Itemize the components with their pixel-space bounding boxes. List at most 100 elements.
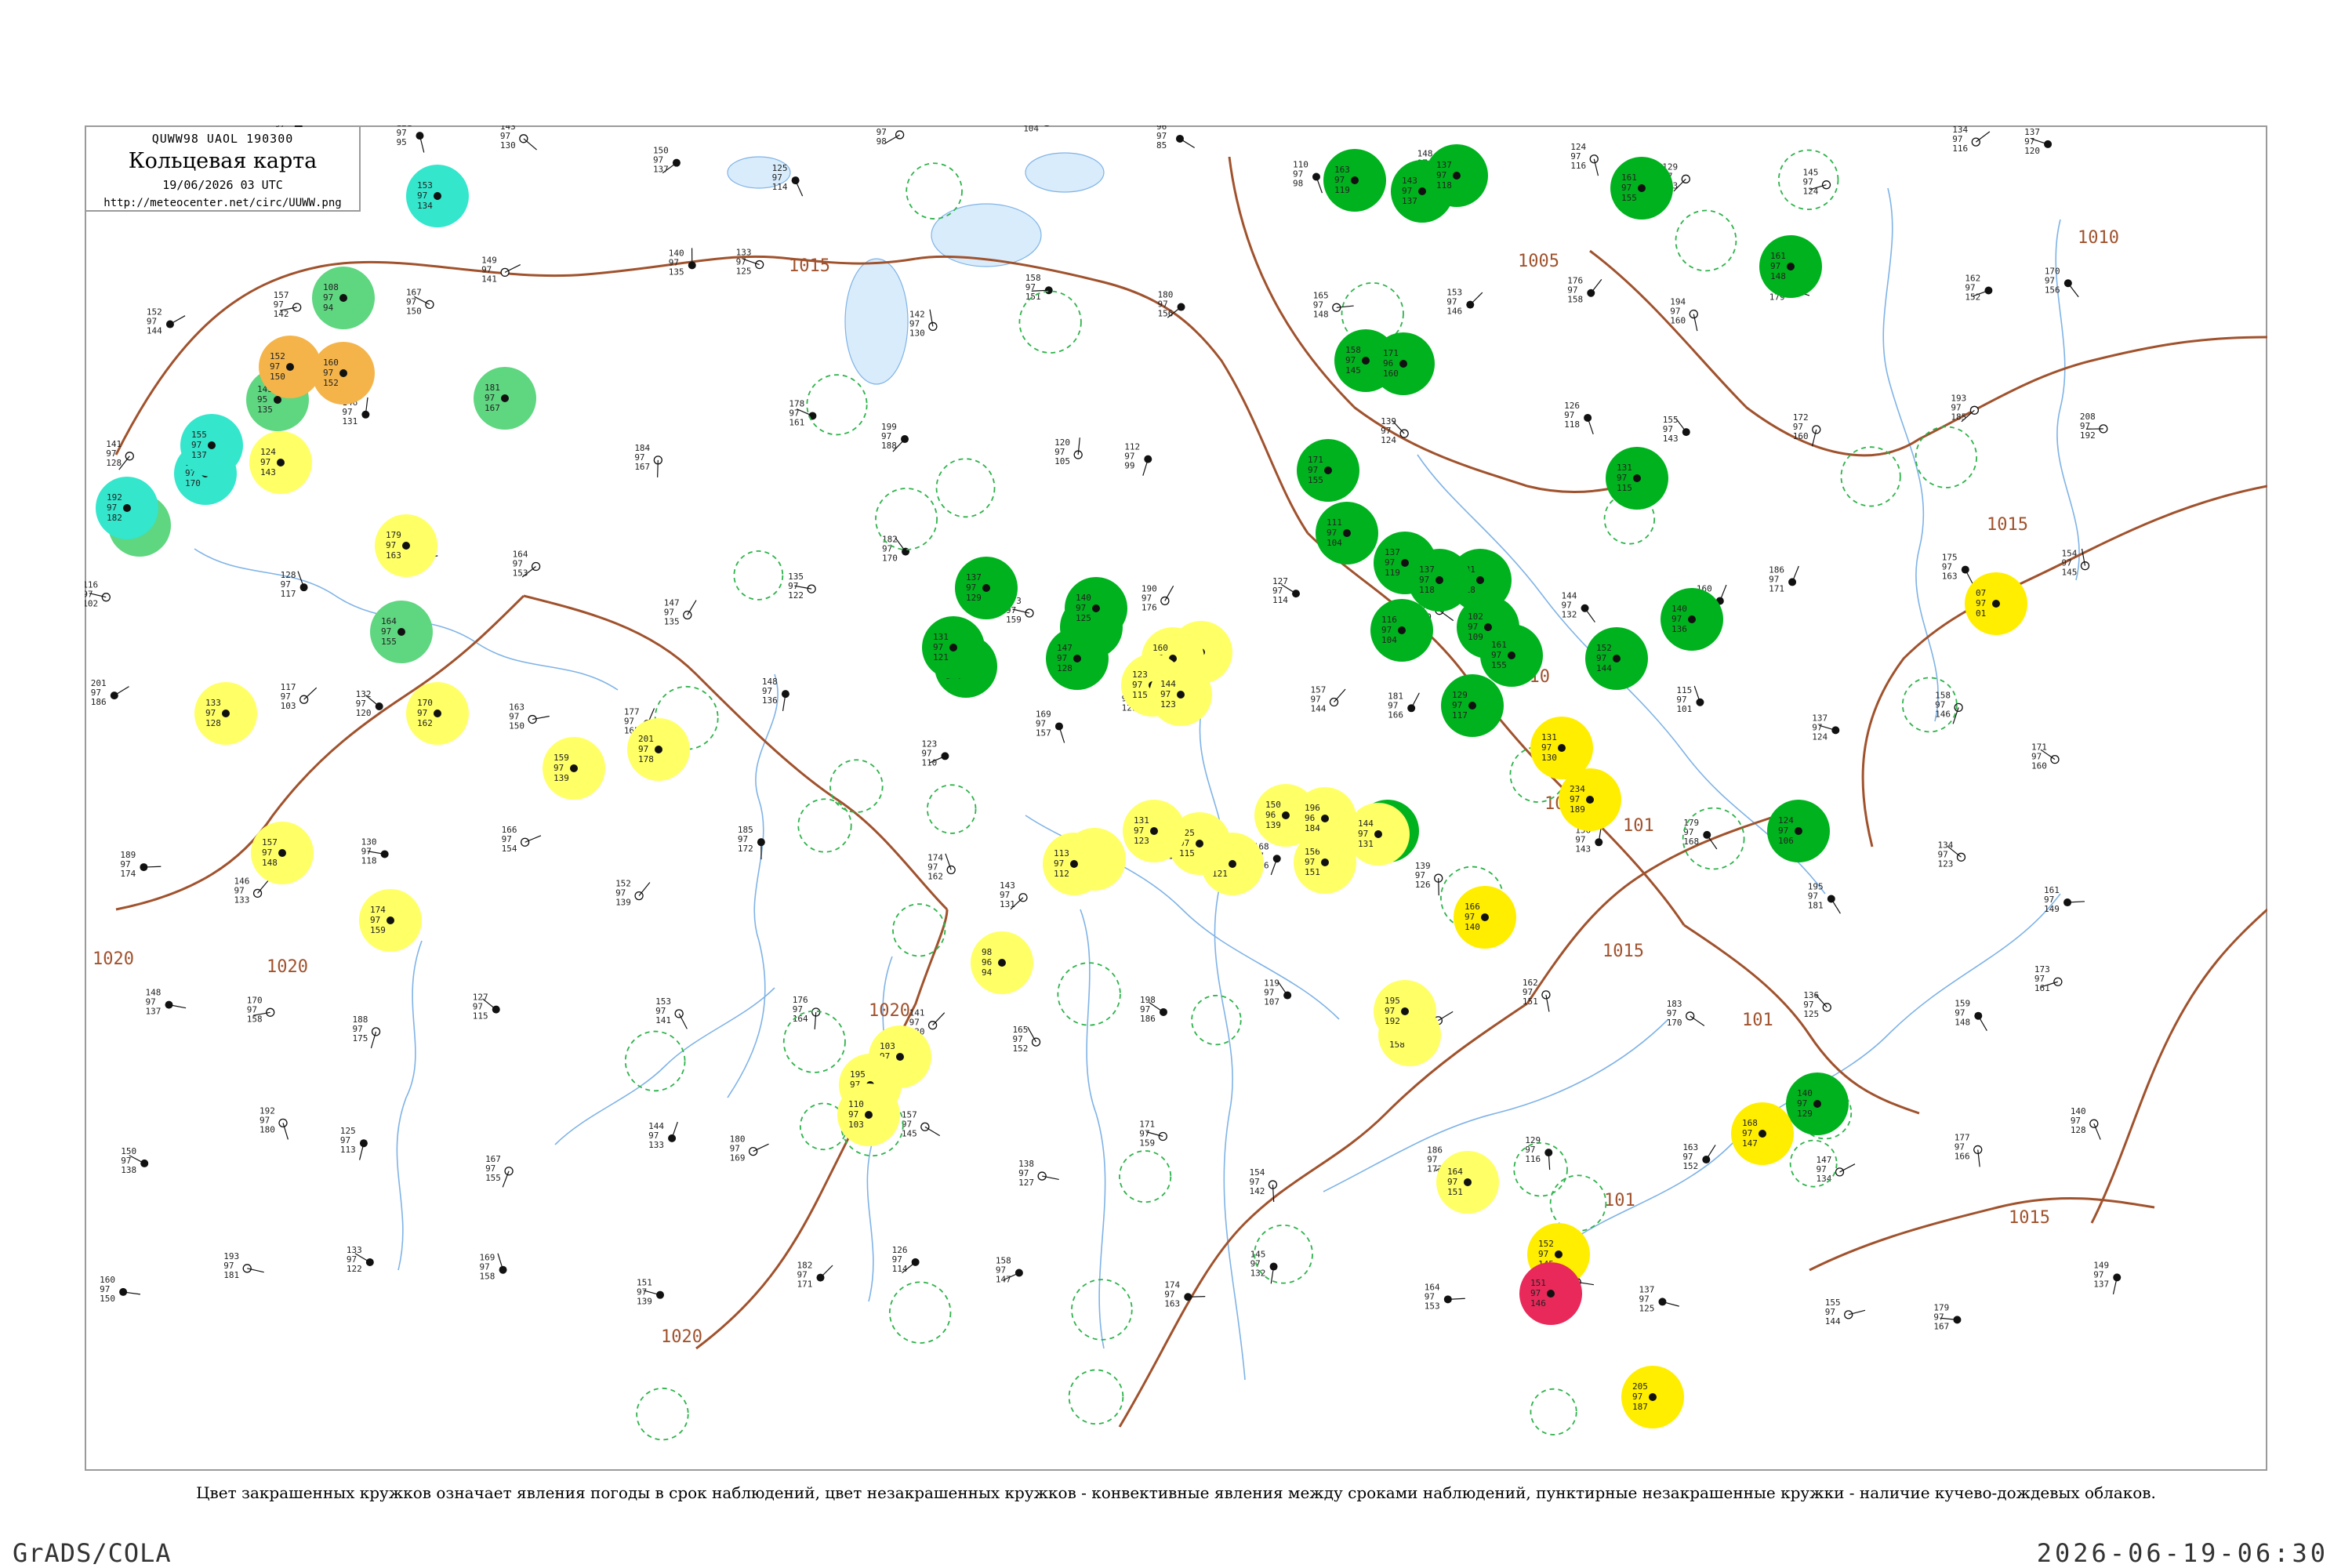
station-plot[interactable]: 13997126 — [1415, 861, 1443, 896]
station-plot[interactable]: 13497116 — [1952, 125, 1991, 154]
weather-circle-rain[interactable]: 14097129 — [1786, 1073, 1849, 1135]
station-plot[interactable]: 13797120 — [2024, 127, 2053, 156]
station-plot[interactable]: 13397125 — [736, 248, 764, 277]
station-plot[interactable]: 15097138 — [121, 1146, 149, 1175]
station-plot[interactable]: 16297152 — [1965, 274, 1993, 303]
station-plot[interactable]: 15297139 — [615, 879, 651, 908]
station-plot[interactable]: 12697114 — [892, 1245, 920, 1274]
station-plot[interactable]: 14197128 — [106, 439, 134, 470]
station-plot[interactable]: 14397131 — [1000, 880, 1028, 910]
station-plot[interactable]: 15897147 — [996, 1256, 1023, 1285]
station-plot[interactable]: 16597152 — [1013, 1025, 1041, 1054]
station-plot[interactable]: 11797103 — [281, 682, 318, 711]
station-plot[interactable]: 20897192 — [2080, 412, 2108, 441]
station-plot[interactable]: 17597163 — [1942, 553, 1974, 586]
weather-circle-haze[interactable]: 16497151 — [1436, 1151, 1499, 1214]
station-plot[interactable]: 12997116 — [1525, 1135, 1553, 1171]
station-plot[interactable]: 17197160 — [2031, 742, 2060, 771]
station-plot[interactable]: 14697133 — [234, 876, 270, 905]
station-plot[interactable]: 19397181 — [223, 1251, 264, 1280]
weather-circle-haze[interactable]: 14497123 — [1149, 663, 1212, 726]
weather-circle-rain[interactable]: 13197115 — [1606, 447, 1668, 510]
station-plot[interactable]: 13997124 — [1381, 416, 1409, 445]
station-plot[interactable]: 18197166 — [1388, 691, 1420, 720]
station-plot[interactable]: 18597172 — [738, 825, 765, 860]
station-plot[interactable]: 19097176 — [1142, 583, 1174, 612]
station-plot[interactable]: 18097169 — [730, 1134, 769, 1163]
weather-circle-haze[interactable]: 14497131 — [1347, 803, 1410, 866]
weather-circle-thunder[interactable]: 15197146 — [1519, 1262, 1582, 1325]
weather-circle-haze[interactable]: 17097162 — [406, 682, 469, 745]
station-plot[interactable]: 15397141 — [655, 996, 688, 1029]
station-plot[interactable]: 14297130 — [909, 309, 938, 338]
station-plot[interactable]: 16297151 — [1523, 978, 1551, 1012]
station-plot[interactable]: 14797135 — [664, 597, 697, 626]
map-url[interactable]: http://meteocenter.net/circ/UUWW.png — [86, 197, 359, 209]
station-plot[interactable]: 17297160 — [1793, 412, 1821, 447]
station-plot[interactable]: 13597122 — [788, 572, 816, 601]
station-plot[interactable]: 19897186 — [1140, 995, 1167, 1024]
station-plot[interactable]: 16397152 — [1682, 1142, 1716, 1171]
weather-circle-drizzle[interactable]: 1089794 — [312, 267, 375, 329]
station-plot[interactable]: 18097156 — [1158, 290, 1185, 319]
station-plot[interactable]: 15397146 — [1446, 288, 1483, 317]
weather-circle-snow[interactable]: 15397134 — [406, 165, 469, 227]
station-plot[interactable]: 17397161 — [2034, 964, 2063, 993]
station-plot[interactable]: 12097105 — [1054, 437, 1083, 466]
weather-circle-rain[interactable]: 13797118 — [1408, 549, 1471, 612]
station-plot[interactable]: 14497133 — [648, 1121, 678, 1150]
station-plot[interactable]: 15297144 — [147, 307, 186, 336]
station-plot[interactable]: 13697125 — [1803, 990, 1831, 1019]
station-plot[interactable]: 17697164 — [793, 995, 821, 1029]
weather-circle-rain[interactable]: 13797129 — [955, 557, 1018, 619]
weather-circle-rain[interactable]: 16197155 — [1480, 624, 1543, 687]
weather-circle-haze[interactable]: 11097103 — [837, 1083, 900, 1146]
station-plot[interactable]: 16397150 — [509, 702, 550, 731]
station-plot[interactable]: 1069798 — [877, 125, 905, 147]
station-plot[interactable]: 18297170 — [882, 535, 910, 564]
weather-circle-fog[interactable]: 20597187 — [1621, 1366, 1684, 1428]
weather-circle-rain[interactable]: 11697104 — [1370, 599, 1433, 662]
weather-circle-rain[interactable]: 11197104 — [1316, 502, 1378, 564]
station-plot[interactable]: 12897117 — [281, 570, 308, 599]
weather-circle-drizzle[interactable]: 18197167 — [474, 367, 536, 430]
station-plot[interactable]: 16097150 — [100, 1275, 140, 1304]
station-plot[interactable]: 18497167 — [634, 443, 662, 477]
station-plot[interactable]: 17097156 — [2045, 266, 2079, 298]
station-plot[interactable]: 16697154 — [502, 825, 542, 854]
station-plot[interactable]: 16797155 — [485, 1154, 514, 1188]
station-plot[interactable]: 14997141 — [481, 255, 521, 284]
station-plot[interactable]: 15797145 — [902, 1109, 941, 1138]
station-plot[interactable]: 15797144 — [1311, 685, 1346, 714]
station-plot[interactable]: 17997167 — [1933, 1302, 1962, 1331]
station-plot[interactable]: 13397122 — [347, 1245, 374, 1274]
station-plot[interactable]: 1109798 — [1293, 159, 1323, 194]
station-plot[interactable]: 14997137 — [2093, 1260, 2122, 1294]
station-plot[interactable]: 18397170 — [1667, 999, 1705, 1028]
station-plot[interactable]: 11697102 — [85, 580, 111, 609]
station-plot[interactable]: 17097158 — [247, 995, 275, 1024]
station-plot[interactable]: 17797166 — [1955, 1132, 1983, 1167]
station-plot[interactable]: 1129799 — [1124, 442, 1152, 476]
station-plot[interactable]: 13897127 — [1018, 1159, 1059, 1188]
station-plot[interactable]: 19597181 — [1808, 881, 1841, 914]
station-plot[interactable]: 16497153 — [513, 549, 541, 578]
station-plot[interactable]: 12597113 — [340, 1126, 368, 1160]
station-plot[interactable]: 15897151 — [1025, 273, 1053, 302]
station-plot[interactable]: 13097118 — [361, 837, 389, 866]
station-plot[interactable]: 19997188 — [881, 422, 909, 452]
station-plot[interactable]: 18997174 — [120, 850, 162, 879]
station-plot[interactable]: 11397104 — [1023, 125, 1064, 133]
station-plot[interactable]: 17897161 — [789, 398, 817, 427]
station-plot[interactable]: 16197149 — [2044, 885, 2085, 914]
station-plot[interactable]: 15897146 — [1935, 690, 1963, 724]
station-plot[interactable]: 15497142 — [1249, 1167, 1278, 1203]
station-plot[interactable]: 11997107 — [1264, 978, 1292, 1007]
weather-circle-snow[interactable]: 15597137 — [180, 414, 243, 477]
station-plot[interactable]: 14897137 — [145, 988, 187, 1017]
station-plot[interactable]: 15597143 — [1663, 415, 1690, 444]
station-plot[interactable]: 12497116 — [1570, 142, 1599, 176]
station-plot[interactable]: 11597101 — [1676, 685, 1704, 714]
station-plot[interactable]: 14897136 — [762, 677, 789, 711]
station-plot[interactable]: 17497162 — [927, 853, 956, 882]
